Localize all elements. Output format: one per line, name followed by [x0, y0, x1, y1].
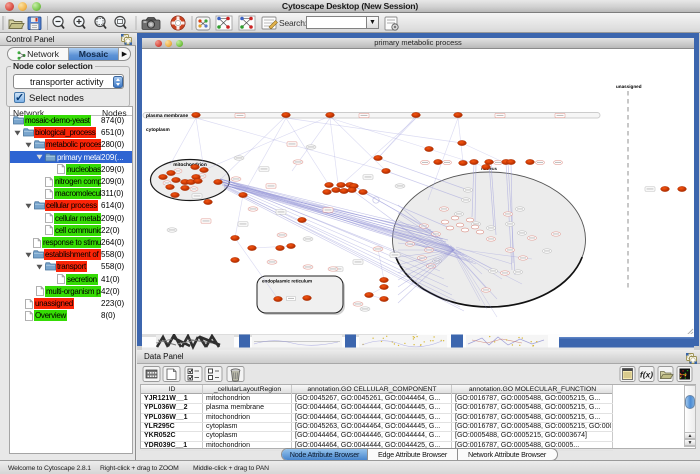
svg-text:unassigned: unassigned [616, 84, 642, 89]
svg-text:plasma membrane: plasma membrane [146, 113, 188, 119]
svg-text:cytoplasm: cytoplasm [146, 127, 170, 133]
svg-text:endoplasmic reticulum: endoplasmic reticulum [262, 279, 312, 284]
svg-text:f(x): f(x) [640, 370, 653, 380]
svg-text:mitochondrion: mitochondrion [173, 162, 207, 168]
